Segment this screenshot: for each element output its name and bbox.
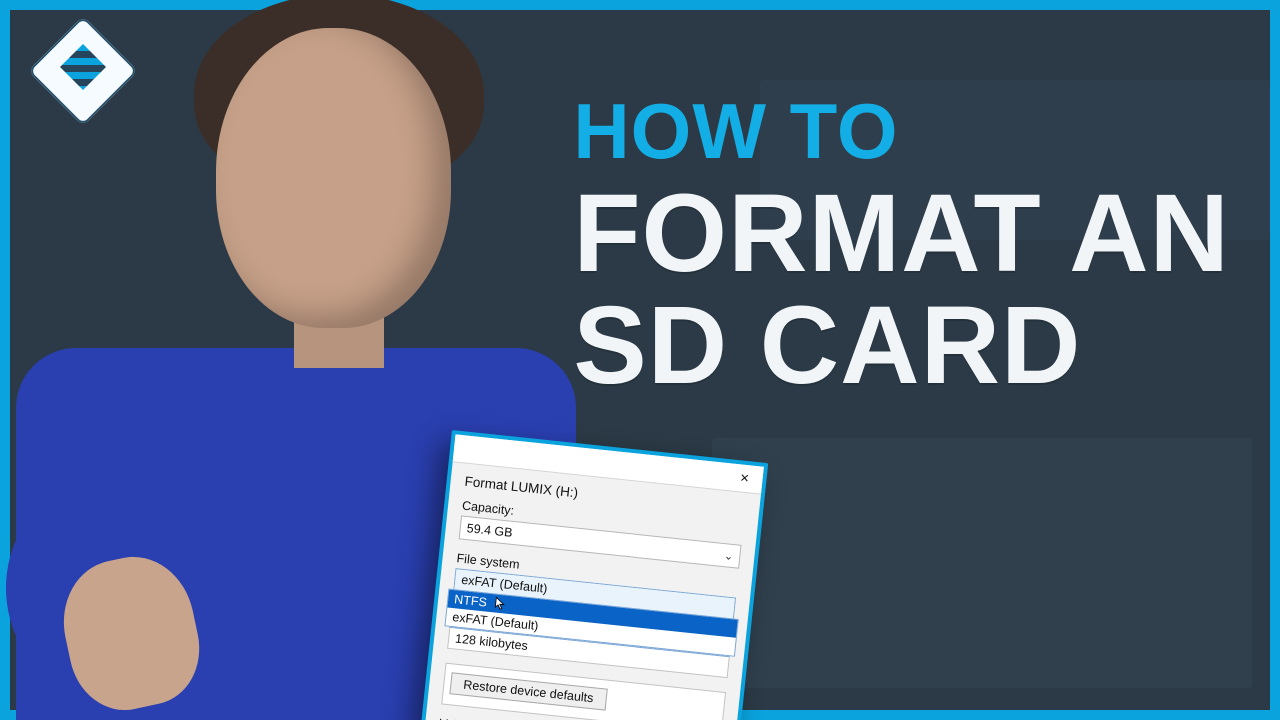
headline-line3: SD CARD: [573, 290, 1230, 402]
close-button[interactable]: ×: [725, 463, 764, 494]
thumbnail-frame: HOW TO FORMAT AN SD CARD × Format LUMIX …: [0, 0, 1280, 720]
headline-line2: FORMAT AN: [573, 178, 1230, 290]
close-icon: ×: [739, 469, 749, 487]
background-block: [712, 438, 1252, 688]
chevron-down-icon: ⌄: [724, 549, 735, 563]
headline-line1: HOW TO: [573, 92, 1230, 172]
capacity-value: 59.4 GB: [466, 521, 513, 540]
headline: HOW TO FORMAT AN SD CARD: [573, 92, 1230, 402]
restore-defaults-button[interactable]: Restore device defaults: [449, 672, 607, 710]
cursor-icon: [494, 596, 508, 610]
format-dialog: × Format LUMIX (H:) Capacity: 59.4 GB ⌄ …: [416, 430, 768, 720]
format-dialog-wrapper: × Format LUMIX (H:) Capacity: 59.4 GB ⌄ …: [416, 430, 768, 720]
